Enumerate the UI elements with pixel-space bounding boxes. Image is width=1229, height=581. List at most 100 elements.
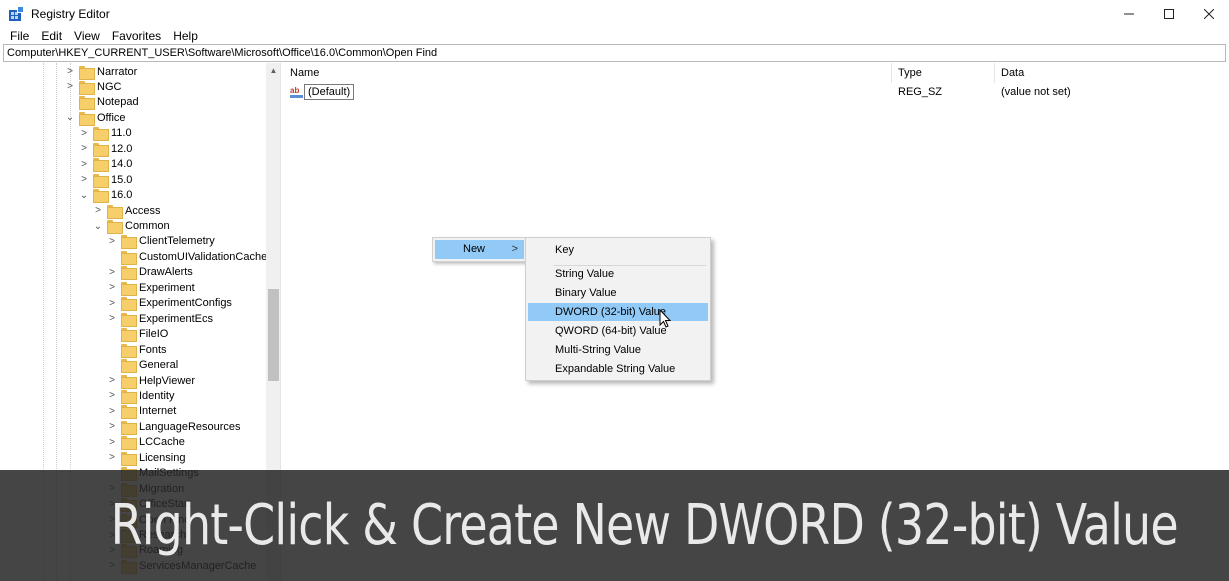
submenu-item-dword-value[interactable]: DWORD (32-bit) Value [528,303,708,321]
tree-item-label: Licensing [139,451,186,464]
submenu-item-expandable-string-value[interactable]: Expandable String Value [528,360,708,378]
tree-item[interactable]: CustomUIValidationCache [107,249,268,265]
folder-icon [121,451,137,466]
value-type: REG_SZ [898,86,943,98]
scroll-thumb[interactable] [268,289,279,381]
folder-icon [79,111,95,126]
tree-item[interactable]: > Narrator [65,64,137,80]
folder-icon [121,281,137,296]
menu-help[interactable]: Help [167,28,204,44]
tree-item-label: General [139,359,179,372]
tree-item[interactable]: > Licensing [107,450,186,466]
chevron-right-icon[interactable]: > [93,203,103,218]
tree-item-label: CustomUIValidationCache [139,250,268,263]
submenu-item-binary-value[interactable]: Binary Value [528,284,708,302]
column-header-name[interactable]: Name [284,63,892,83]
chevron-right-icon[interactable]: > [107,404,117,419]
chevron-right-icon[interactable]: > [107,373,117,388]
chevron-right-icon[interactable]: > [65,79,75,94]
folder-icon [121,420,137,435]
tree-item[interactable]: > NGC [65,79,121,95]
folder-icon [93,189,109,204]
tree-item[interactable]: > Experiment [107,280,195,296]
chevron-down-icon[interactable]: ⌄ [79,188,89,203]
window-controls [1109,0,1229,28]
chevron-right-icon[interactable]: > [107,280,117,295]
tree-item-label: Access [125,204,161,217]
tree-item[interactable]: > HelpViewer [107,373,195,389]
tree-item[interactable]: ⌄ Office [65,110,126,126]
submenu-item-qword-value[interactable]: QWORD (64-bit) Value [528,322,708,340]
chevron-right-icon[interactable]: > [107,388,117,403]
tree-item[interactable]: > Identity [107,388,175,404]
folder-icon [121,297,137,312]
tree-item-label: Identity [139,389,175,402]
value-row[interactable]: ab (Default) REG_SZ (value not set) [284,83,1226,101]
tree-item-label: FileIO [139,328,169,341]
tree-item[interactable]: > LanguageResources [107,419,241,435]
chevron-right-icon[interactable]: > [107,435,117,450]
minimize-button[interactable] [1109,0,1149,28]
tree-item[interactable]: General [107,358,179,374]
tree-item-label: 12.0 [111,142,133,155]
chevron-right-icon[interactable]: > [107,234,117,249]
column-header-data[interactable]: Data [995,63,1226,83]
folder-icon [121,235,137,250]
close-button[interactable] [1189,0,1229,28]
tree-item[interactable]: > DrawAlerts [107,265,193,281]
tree-item[interactable]: > Internet [107,404,176,420]
tree-item[interactable]: ⌄ Common [93,219,170,234]
chevron-right-icon[interactable]: > [107,450,117,465]
chevron-right-icon[interactable]: > [107,265,117,280]
maximize-button[interactable] [1149,0,1189,28]
chevron-right-icon[interactable]: > [79,172,89,187]
address-bar[interactable]: Computer\HKEY_CURRENT_USER\Software\Micr… [3,44,1226,62]
tree-item[interactable]: > ExperimentEcs [107,311,213,327]
chevron-right-icon[interactable]: > [79,157,89,172]
menu-view[interactable]: View [68,28,106,44]
tree-item[interactable]: FileIO [107,327,169,343]
tree-item[interactable]: > ExperimentConfigs [107,296,232,312]
folder-icon [121,389,137,404]
tree-item-label: Notepad [97,96,139,109]
tree-item[interactable]: > LCCache [107,435,185,451]
folder-icon [79,80,95,95]
submenu-item-string-value[interactable]: String Value [528,265,708,283]
tree-item-label: ClientTelemetry [139,235,215,248]
tree-item-label: 16.0 [111,189,133,202]
tree-item[interactable]: > ClientTelemetry [107,234,215,250]
folder-icon [93,142,109,157]
submenu-item-multi-string-value[interactable]: Multi-String Value [528,341,708,359]
menu-file[interactable]: File [4,28,35,44]
tree-item[interactable]: >12.0 [79,141,133,157]
tree-item[interactable]: > Access [93,203,161,219]
tree-item-label: Office [97,111,126,124]
tree-item[interactable]: >15.0 [79,172,132,188]
chevron-down-icon[interactable]: ⌄ [65,110,75,125]
chevron-down-icon[interactable]: ⌄ [93,219,103,234]
scroll-up-icon[interactable]: ▲ [266,63,280,78]
submenu-item-key[interactable]: Key [528,241,708,259]
mouse-cursor-icon [659,309,672,328]
tree-item[interactable]: >14.0 [79,157,132,173]
tree-item[interactable]: Fonts [107,342,167,358]
folder-icon [79,65,95,80]
chevron-right-icon[interactable]: > [107,296,117,311]
value-name: (Default) [304,84,355,100]
tree-item[interactable]: ⌄ 16.0 [79,188,133,204]
column-header-type[interactable]: Type [892,63,995,83]
folder-icon [93,158,109,173]
chevron-right-icon[interactable]: > [107,311,117,326]
chevron-right-icon[interactable]: > [65,64,75,79]
chevron-right-icon[interactable]: > [79,141,89,156]
tree-item[interactable]: Notepad [65,95,139,111]
chevron-right-icon[interactable]: > [79,126,89,141]
context-menu-new[interactable]: New > [435,240,524,259]
menu-edit[interactable]: Edit [35,28,68,44]
chevron-right-icon[interactable]: > [107,419,117,434]
context-menu: New > [432,237,527,262]
tree-item[interactable]: >11.0 [79,126,132,142]
menu-favorites[interactable]: Favorites [106,28,167,44]
